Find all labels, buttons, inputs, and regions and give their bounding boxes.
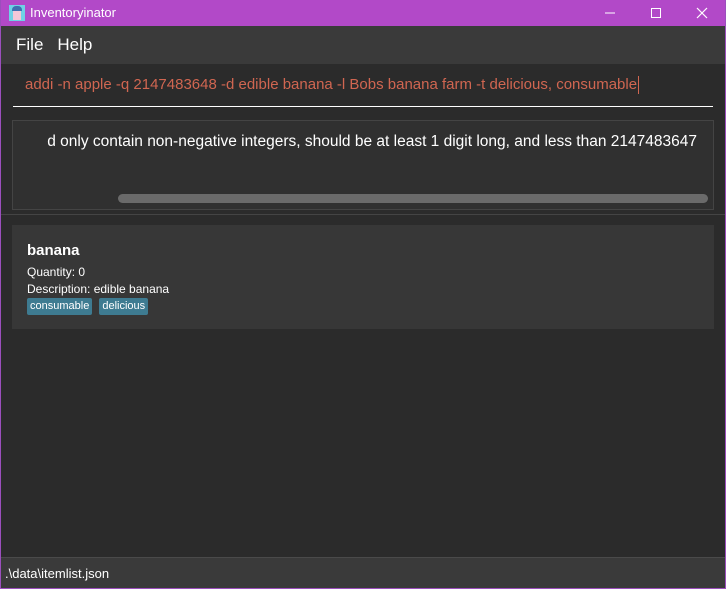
item-name: banana <box>27 242 80 259</box>
menu-file[interactable]: File <box>9 26 50 64</box>
app-window: Inventoryinator File Help addi -n apple … <box>0 0 726 589</box>
item-description: Description: edible banana <box>27 282 170 296</box>
result-message: d only contain non-negative integers, sh… <box>47 133 697 150</box>
maximize-icon <box>651 8 661 18</box>
minimize-icon <box>605 12 615 14</box>
item-quantity: Quantity: 0 <box>27 265 86 279</box>
app-logo-icon <box>9 5 25 21</box>
menu-help[interactable]: Help <box>50 26 99 64</box>
title-bar[interactable]: Inventoryinator <box>1 0 725 26</box>
status-file-path: .\data\itemlist.json <box>5 566 110 581</box>
command-value: addi -n apple -q 2147483648 -d edible ba… <box>25 76 638 93</box>
item-list[interactable]: banana Quantity: 0 Description: edible b… <box>1 215 725 557</box>
command-input-text: addi -n apple -q 2147483648 -d edible ba… <box>25 76 640 95</box>
menu-bar: File Help <box>1 26 725 64</box>
result-horizontal-scrollbar[interactable] <box>118 194 708 203</box>
tag-badge: delicious <box>99 298 149 315</box>
tag-badge: consumable <box>27 298 93 315</box>
item-tags: consumable delicious <box>27 298 149 315</box>
item-card[interactable]: banana Quantity: 0 Description: edible b… <box>12 225 714 329</box>
status-bar: .\data\itemlist.json <box>1 557 725 588</box>
close-icon <box>696 7 708 19</box>
command-input[interactable]: addi -n apple -q 2147483648 -d edible ba… <box>13 64 713 107</box>
maximize-button[interactable] <box>633 0 679 26</box>
text-caret <box>638 76 640 95</box>
window-title: Inventoryinator <box>30 5 116 20</box>
close-button[interactable] <box>679 0 725 26</box>
command-area: addi -n apple -q 2147483648 -d edible ba… <box>1 64 725 116</box>
result-area: d only contain non-negative integers, sh… <box>1 116 725 215</box>
minimize-button[interactable] <box>587 0 633 26</box>
result-display[interactable]: d only contain non-negative integers, sh… <box>12 120 714 210</box>
